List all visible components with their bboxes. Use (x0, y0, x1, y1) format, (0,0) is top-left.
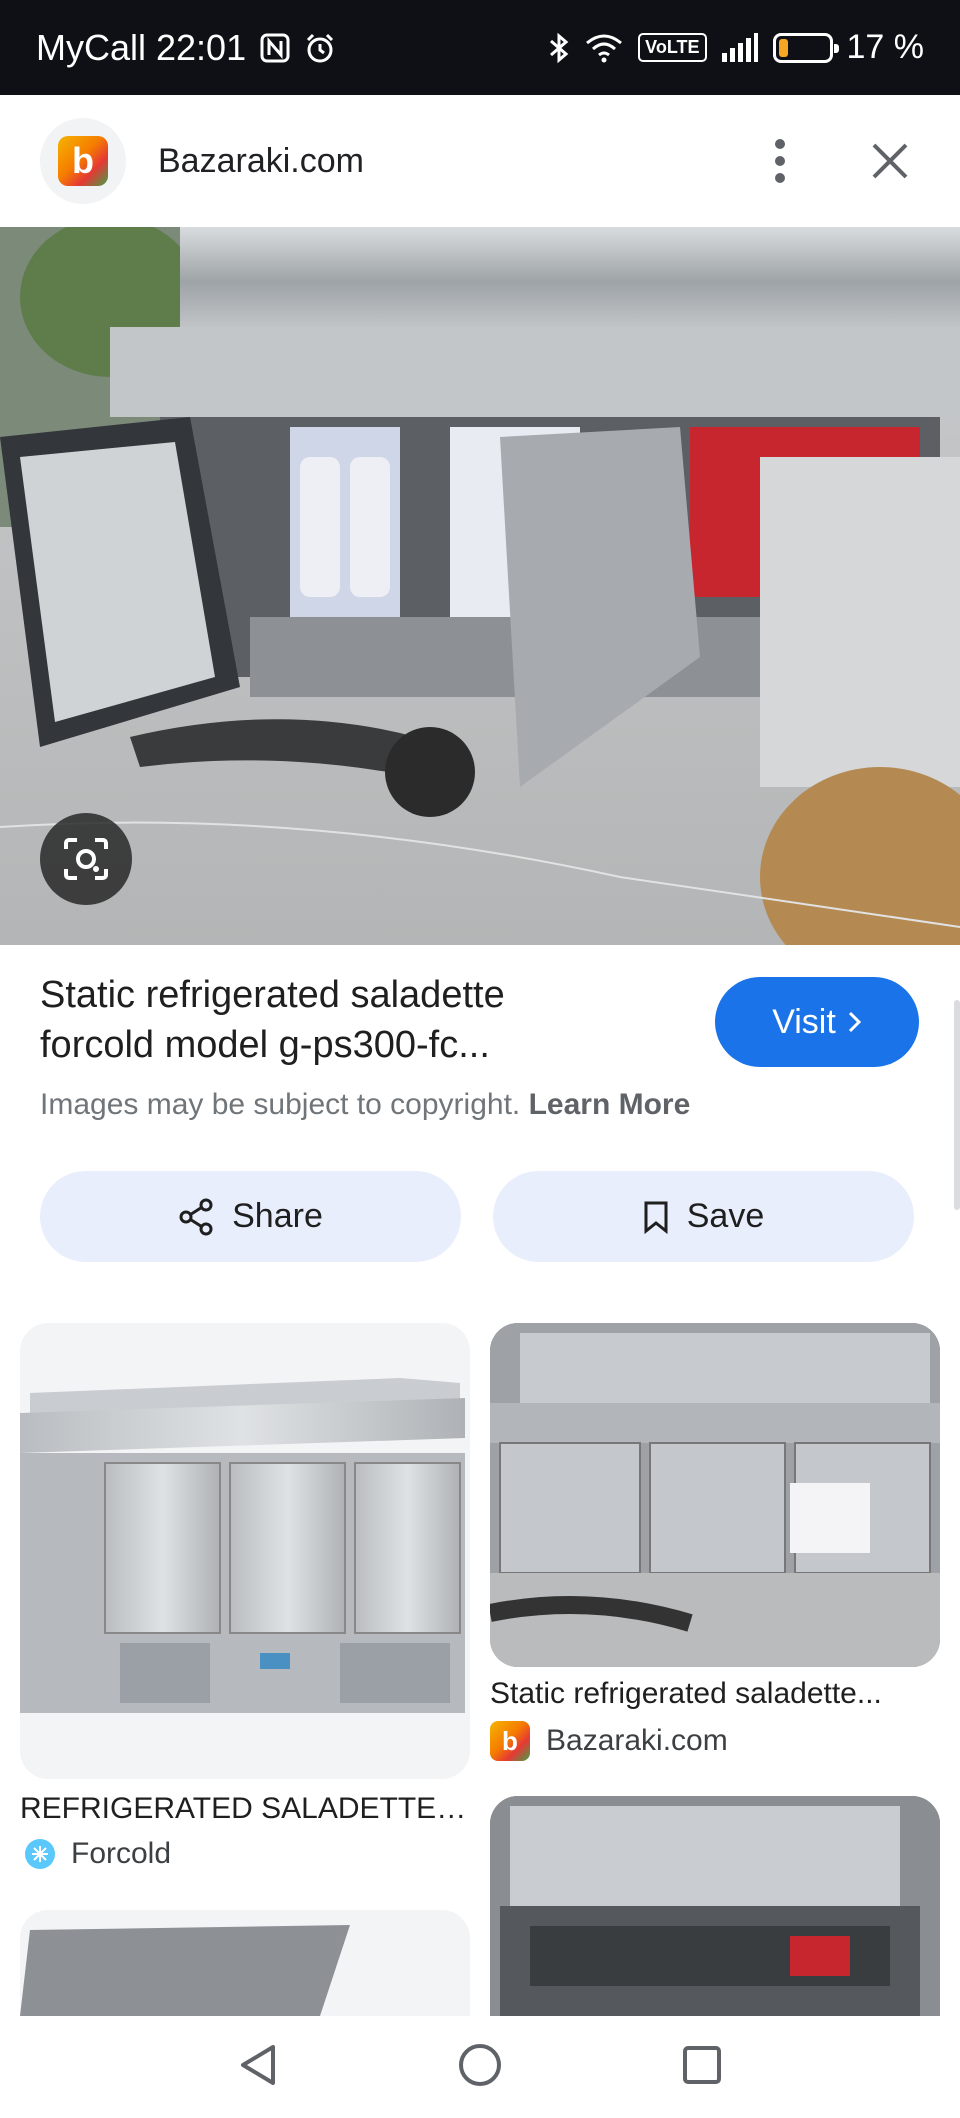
copyright-text: Images may be subject to copyright. (40, 1088, 521, 1121)
back-button[interactable] (238, 2043, 278, 2092)
share-label: Share (232, 1197, 323, 1235)
copyright-notice: Images may be subject to copyright. Lear… (40, 1088, 690, 1122)
title-line-2: forcold model g-ps300-fc... (40, 1024, 490, 1066)
related-source-1[interactable]: Forcold (25, 1837, 171, 1871)
title-line-1: Static refrigerated saladette (40, 974, 505, 1016)
viewer-top-bar: b Bazaraki.com (0, 95, 960, 227)
save-button[interactable]: Save (493, 1171, 914, 1262)
recents-icon (683, 2045, 721, 2084)
lens-icon (64, 838, 108, 880)
bookmark-icon (644, 1201, 668, 1234)
close-button[interactable] (860, 131, 920, 191)
related-source-name-1: Forcold (71, 1837, 172, 1870)
related-source-2[interactable]: b Bazaraki.com (490, 1721, 728, 1761)
bluetooth-icon (548, 32, 570, 64)
volte-badge: VoLTE (638, 33, 707, 62)
clock-carrier: MyCall 22:01 (36, 26, 247, 68)
share-button[interactable]: Share (40, 1171, 461, 1262)
forcold-logo-icon (25, 1839, 55, 1869)
share-icon (179, 1198, 213, 1235)
saladette-open-lid-photo (490, 1796, 940, 2016)
status-bar: MyCall 22:01 VoLTE 17 % (0, 0, 960, 95)
save-label: Save (686, 1197, 765, 1235)
visit-button[interactable]: Visit (715, 977, 919, 1067)
related-image-4[interactable] (20, 1910, 470, 2016)
more-vert-icon (775, 139, 785, 183)
related-source-name-2: Bazaraki.com (546, 1724, 728, 1757)
home-button[interactable] (458, 2043, 502, 2092)
battery-icon (772, 32, 839, 63)
site-name[interactable]: Bazaraki.com (158, 142, 364, 181)
related-image-2[interactable] (490, 1323, 940, 1667)
main-image[interactable] (0, 227, 960, 945)
back-icon (241, 2044, 275, 2085)
battery-percent: 17 % (846, 28, 925, 66)
close-icon (872, 143, 908, 179)
system-nav-bar (0, 2016, 960, 2118)
chevron-right-icon (848, 1011, 861, 1033)
saladette-photo-2 (490, 1323, 940, 1667)
related-caption-1[interactable]: REFRIGERATED SALADETTES... (20, 1792, 470, 1826)
more-options-button[interactable] (750, 131, 810, 191)
related-image-3[interactable] (490, 1796, 940, 2016)
related-caption-2[interactable]: Static refrigerated saladette... (490, 1677, 940, 1711)
bazaraki-logo-icon: b (490, 1721, 530, 1761)
recents-button[interactable] (682, 2045, 722, 2090)
bazaraki-logo-icon: b (58, 136, 108, 186)
related-image-1[interactable] (20, 1323, 470, 1779)
lens-button[interactable] (40, 813, 132, 905)
alarm-icon (304, 32, 336, 64)
signal-icon (721, 32, 759, 63)
learn-more-link[interactable]: Learn More (529, 1088, 691, 1121)
wifi-icon (584, 33, 624, 63)
home-icon (459, 2043, 501, 2086)
saladette-product-photo (20, 1378, 465, 1713)
saladette-photo (0, 227, 960, 945)
nfc-icon (260, 33, 290, 63)
saladette-lid-photo (20, 1925, 350, 2016)
result-title[interactable]: Static refrigerated saladette forcold mo… (40, 970, 680, 1070)
site-logo[interactable]: b (40, 118, 126, 204)
visit-label: Visit (772, 1002, 836, 1041)
scrollbar-thumb[interactable] (954, 1000, 960, 1210)
